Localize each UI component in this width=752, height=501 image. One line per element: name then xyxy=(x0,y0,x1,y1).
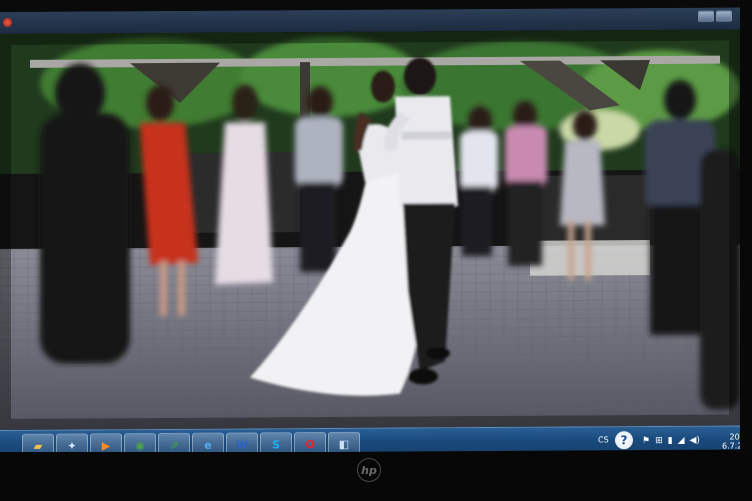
green-app-taskbar-button[interactable]: ⇗ xyxy=(158,432,190,454)
taskbar: ▰ ✦ ▶ ◉ ⇗ e W S O ◧ CS ? ⚑ ⊞ ▮ ◢ ◀) 20: 6.7.2 xyxy=(0,425,740,454)
clock-time: 20: xyxy=(729,432,740,442)
maximize-button[interactable] xyxy=(716,10,732,22)
battery-icon[interactable]: ▮ xyxy=(668,436,673,446)
photo-viewer-canvas xyxy=(0,29,740,430)
media-player-taskbar-button[interactable]: ▶ xyxy=(90,433,122,454)
wedding-dance-photo xyxy=(0,29,740,430)
signal-icon[interactable]: ◢ xyxy=(678,436,685,446)
help-icon[interactable]: ? xyxy=(615,431,633,450)
opera-taskbar-button[interactable]: O xyxy=(294,432,326,454)
chrome-icon: ◉ xyxy=(135,438,145,452)
folder-taskbar-button[interactable]: ▰ xyxy=(22,433,54,454)
flag-icon[interactable]: ⚑ xyxy=(642,436,650,446)
media-player-icon: ▶ xyxy=(101,438,111,452)
red-circle-icon[interactable] xyxy=(3,17,12,27)
tray-icons: ⚑ ⊞ ▮ ◢ ◀) xyxy=(642,436,700,446)
word-icon: W xyxy=(235,437,249,452)
clock[interactable]: 20: 6.7.2 xyxy=(722,432,740,450)
volume-icon[interactable]: ◀) xyxy=(690,436,700,446)
windows-icon[interactable]: ⊞ xyxy=(655,436,663,446)
monitor-screen: ▰ ✦ ▶ ◉ ⇗ e W S O ◧ CS ? ⚑ ⊞ ▮ ◢ ◀) 20: 6.7.2 xyxy=(0,7,740,454)
monitor-bezel-right xyxy=(740,0,752,501)
folder-icon: ▰ xyxy=(33,439,43,453)
skype-icon: S xyxy=(272,437,280,451)
green-app-icon: ⇗ xyxy=(169,438,179,452)
network-icon: ✦ xyxy=(67,439,77,453)
clock-date: 6.7.2 xyxy=(722,441,740,451)
photo-viewer-taskbar-button[interactable]: ◧ xyxy=(328,431,360,454)
chrome-taskbar-button[interactable]: ◉ xyxy=(124,433,156,454)
internet-explorer-icon: e xyxy=(204,438,212,452)
hp-logo: hp xyxy=(357,458,381,482)
word-taskbar-button[interactable]: W xyxy=(226,432,258,454)
minimize-button[interactable] xyxy=(698,10,714,22)
opera-icon: O xyxy=(305,437,315,451)
internet-explorer-taskbar-button[interactable]: e xyxy=(192,432,224,454)
language-indicator[interactable]: CS xyxy=(598,435,609,444)
window-controls xyxy=(698,10,732,22)
photo-viewer-icon: ◧ xyxy=(338,437,350,451)
skype-taskbar-button[interactable]: S xyxy=(260,432,292,454)
network-taskbar-button[interactable]: ✦ xyxy=(56,433,88,454)
